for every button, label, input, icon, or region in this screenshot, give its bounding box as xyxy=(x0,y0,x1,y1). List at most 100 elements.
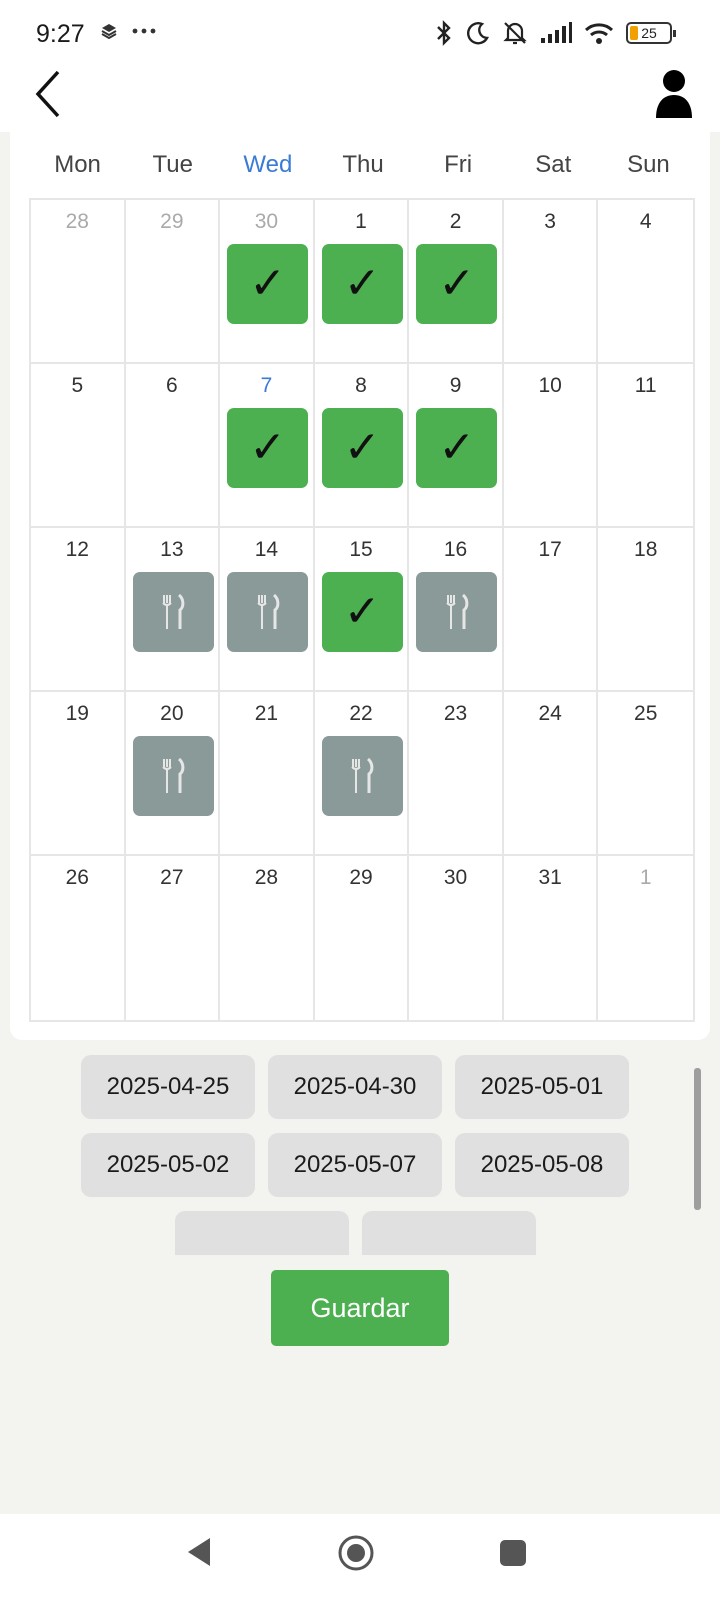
calendar-day-cell[interactable]: 10 xyxy=(503,364,599,528)
fork-knife-icon xyxy=(132,572,214,652)
date-chip[interactable]: 2025-04-30 xyxy=(268,1055,442,1119)
day-number: 2 xyxy=(449,210,462,233)
check-mark-icon: ✓ xyxy=(321,244,403,324)
calendar-day-cell[interactable]: 4 xyxy=(598,200,693,364)
calendar-day-cell[interactable]: 18 xyxy=(598,528,693,692)
fork-knife-icon xyxy=(321,736,403,816)
day-number: 9 xyxy=(449,374,462,397)
date-chip[interactable] xyxy=(175,1211,349,1255)
weekday-label: Wed xyxy=(243,151,293,178)
day-number: 12 xyxy=(65,538,89,561)
calendar-day-cell[interactable]: 3 xyxy=(503,200,599,364)
fork-knife-icon xyxy=(416,572,498,652)
calendar-day-cell[interactable]: 16 xyxy=(409,528,504,692)
status-time: 9:27 xyxy=(36,20,85,48)
date-chip[interactable]: 2025-05-02 xyxy=(81,1133,255,1197)
day-number: 18 xyxy=(634,538,658,561)
day-number: 20 xyxy=(160,702,184,725)
calendar-day-cell[interactable]: 28 xyxy=(220,856,315,1020)
date-chip[interactable]: 2025-05-01 xyxy=(455,1055,629,1119)
calendar-day-cell[interactable]: 9 ✓ xyxy=(409,364,504,528)
calendar-card: Mon Tue Wed Thu Fri Sat Sun 28 29 30 ✓ 1 ✓ 2 ✓ 3 4 5 6 7 ✓ 8… xyxy=(10,132,710,1040)
weekday-label: Mon xyxy=(54,151,101,178)
calendar-day-cell[interactable]: 29 xyxy=(315,856,410,1020)
calendar-day-cell[interactable]: 11 xyxy=(598,364,693,528)
day-number: 10 xyxy=(538,374,562,397)
calendar-day-cell[interactable]: 1 xyxy=(598,856,693,1020)
date-chip[interactable]: 2025-05-08 xyxy=(455,1133,629,1197)
calendar-day-cell[interactable]: 28 xyxy=(31,200,126,364)
day-number: 29 xyxy=(349,866,373,889)
calendar-day-cell[interactable]: 31 xyxy=(504,856,599,1020)
calendar-day-cell[interactable]: 17 xyxy=(503,528,599,692)
calendar-day-cell[interactable]: 12 xyxy=(31,528,126,692)
calendar-day-cell[interactable]: 26 xyxy=(31,856,126,1020)
weekday-label: Fri xyxy=(444,151,473,178)
day-number: 5 xyxy=(71,374,84,397)
calendar-day-cell[interactable]: 14 xyxy=(220,528,315,692)
calendar-day-cell[interactable]: 30 ✓ xyxy=(220,200,315,364)
check-mark-icon: ✓ xyxy=(416,408,498,488)
scrollbar[interactable] xyxy=(694,1068,701,1210)
back-button[interactable] xyxy=(28,66,68,122)
calendar-day-cell[interactable]: 5 xyxy=(31,364,126,528)
calendar-day-cell[interactable]: 19 xyxy=(31,692,126,856)
date-chip[interactable] xyxy=(362,1211,536,1255)
calendar-day-cell[interactable]: 30 xyxy=(409,856,504,1020)
bluetooth-icon xyxy=(437,20,451,46)
date-chip[interactable]: 2025-05-07 xyxy=(268,1133,442,1197)
calendar-day-cell[interactable]: 23 xyxy=(409,692,504,856)
check-mark-icon: ✓ xyxy=(227,408,309,488)
calendar-day-cell[interactable]: 2 ✓ xyxy=(409,200,504,364)
check-mark-icon: ✓ xyxy=(321,408,403,488)
calendar-day-cell[interactable]: 25 xyxy=(598,692,693,856)
calendar-day-cell[interactable]: 7 ✓ xyxy=(220,364,315,528)
dnd-moon-icon xyxy=(467,22,489,45)
calendar-day-cell[interactable]: 15 ✓ xyxy=(314,528,410,692)
calendar-grid: 28 29 30 ✓ 1 ✓ 2 ✓ 3 4 5 6 7 ✓ 8 ✓ 9 ✓ 10 11 12 13 14 15 ✓ 16 17 18… xyxy=(29,198,695,1022)
day-number: 26 xyxy=(65,866,89,889)
silent-bell-icon xyxy=(503,22,527,45)
person-icon xyxy=(656,70,692,118)
day-number: 31 xyxy=(538,866,562,889)
check-glyph: ✓ xyxy=(249,258,287,309)
calendar-day-cell[interactable]: 6 xyxy=(125,364,221,528)
calendar-day-cell[interactable]: 27 xyxy=(126,856,221,1020)
nav-recents-icon[interactable] xyxy=(500,1540,526,1566)
fork-knife-icon xyxy=(227,572,309,652)
day-number: 13 xyxy=(160,538,184,561)
screen: 9:27 25 Mon Tue Wed Thu Fri Sat Sun 28 2… xyxy=(0,0,720,1600)
calendar-day-cell[interactable]: 29 xyxy=(125,200,221,364)
layers-icon xyxy=(101,24,117,40)
check-glyph: ✓ xyxy=(343,258,381,309)
calendar-day-cell[interactable]: 13 xyxy=(125,528,221,692)
check-glyph: ✓ xyxy=(249,422,287,473)
calendar-day-cell[interactable]: 21 xyxy=(220,692,315,856)
weekday-header: Mon Tue Wed Thu Fri Sat Sun xyxy=(30,142,696,188)
check-mark-icon: ✓ xyxy=(321,572,403,652)
day-number: 11 xyxy=(634,374,657,397)
calendar-day-cell[interactable]: 1 ✓ xyxy=(314,200,410,364)
day-number: 15 xyxy=(349,538,373,561)
battery-level: 25 xyxy=(641,25,657,41)
calendar-day-cell[interactable]: 8 ✓ xyxy=(314,364,410,528)
chevron-left-icon xyxy=(35,70,60,118)
date-chip[interactable]: 2025-04-25 xyxy=(81,1055,255,1119)
calendar-day-cell[interactable]: 20 xyxy=(125,692,221,856)
calendar-day-cell[interactable]: 24 xyxy=(503,692,599,856)
nav-back-icon[interactable] xyxy=(186,1536,212,1568)
day-number: 27 xyxy=(160,866,184,889)
day-number: 1 xyxy=(355,210,367,233)
more-icon xyxy=(132,28,156,34)
day-number: 14 xyxy=(254,538,279,561)
profile-button[interactable] xyxy=(652,68,696,120)
battery-icon: 25 xyxy=(626,22,676,44)
calendar-day-cell[interactable]: 22 xyxy=(314,692,410,856)
day-number: 23 xyxy=(443,702,468,725)
navigation-bar xyxy=(0,1514,720,1600)
day-number: 16 xyxy=(443,538,468,561)
selected-dates-list: 2025-04-25 2025-04-30 2025-05-01 2025-05-02… xyxy=(0,1050,720,1255)
nav-home-icon[interactable] xyxy=(337,1534,375,1572)
save-button[interactable]: Guardar xyxy=(271,1270,449,1346)
status-right-icons: 25 xyxy=(434,20,676,46)
